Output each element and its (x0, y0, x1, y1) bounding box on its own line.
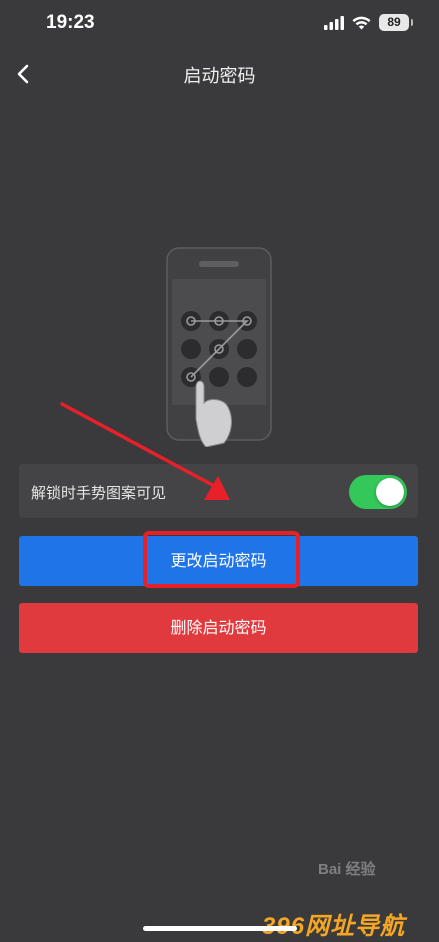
status-bar: 19:23 89 (0, 0, 439, 50)
baidu-watermark: Bai 经验 (318, 861, 376, 878)
cellular-signal-icon (324, 15, 344, 30)
nav-bar: 启动密码 (0, 50, 439, 98)
status-icons: 89 (324, 14, 413, 31)
status-time: 19:23 (46, 12, 95, 33)
battery-icon: 89 (379, 14, 413, 31)
wifi-icon (352, 16, 371, 29)
page-title: 启动密码 (183, 66, 256, 87)
site-watermark: 396网址导航 (262, 913, 406, 940)
delete-password-button[interactable]: 删除启动密码 (19, 603, 418, 653)
annotation-arrow-icon (60, 402, 230, 500)
pattern-visible-toggle[interactable] (349, 475, 407, 509)
home-indicator[interactable] (143, 926, 297, 931)
toggle-knob (376, 478, 404, 506)
annotation-highlight-box (143, 531, 300, 588)
